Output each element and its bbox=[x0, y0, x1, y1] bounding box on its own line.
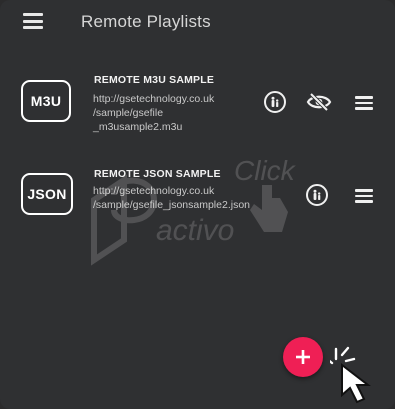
parental-control-icon bbox=[313, 189, 321, 200]
svg-text:activo: activo bbox=[156, 214, 234, 247]
hide-playlist-button[interactable] bbox=[306, 92, 332, 112]
add-icon bbox=[296, 350, 310, 364]
parental-control-button[interactable] bbox=[264, 91, 286, 113]
top-app-bar: Remote Playlists bbox=[0, 0, 395, 48]
svg-text:Click: Click bbox=[234, 155, 297, 186]
parental-control-button[interactable] bbox=[306, 184, 328, 206]
json-format-badge: JSON bbox=[21, 173, 73, 215]
visibility-off-icon bbox=[306, 92, 332, 112]
app-screen: Remote Playlists M3U REMOTE M3U SAMPLE h… bbox=[0, 0, 395, 409]
page-title: Remote Playlists bbox=[81, 12, 211, 31]
click-cursor-icon bbox=[330, 346, 371, 404]
playlist-name: REMOTE M3U SAMPLE bbox=[94, 74, 215, 86]
hamburger-menu-icon[interactable] bbox=[23, 13, 43, 29]
playlist-item-m3u[interactable]: M3U REMOTE M3U SAMPLE http://gsetechnolo… bbox=[0, 60, 395, 150]
playlist-url-line: /sample/gsefile bbox=[93, 107, 164, 119]
watermark-logo: Click activo bbox=[91, 155, 297, 266]
add-playlist-button[interactable] bbox=[283, 337, 323, 377]
reorder-handle[interactable] bbox=[355, 96, 373, 110]
parental-control-icon bbox=[271, 96, 279, 107]
reorder-handle[interactable] bbox=[355, 189, 373, 203]
playlist-url: http://gsetechnology.co.uk /sample/gsefi… bbox=[93, 92, 263, 134]
m3u-format-badge: M3U bbox=[21, 80, 71, 122]
playlist-url-line: http://gsetechnology.co.uk bbox=[93, 93, 215, 105]
playlist-url-line: _m3usample2.m3u bbox=[93, 121, 183, 133]
